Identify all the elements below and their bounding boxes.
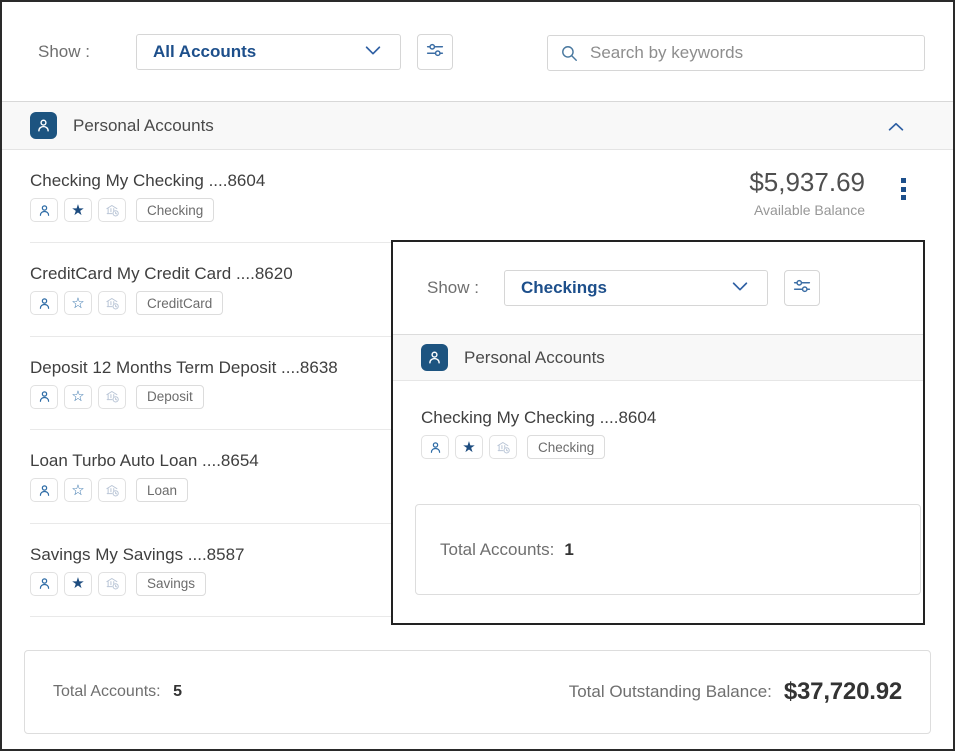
outstanding-balance-value: $37,720.92 — [784, 678, 902, 706]
sliders-icon — [791, 275, 813, 302]
chevron-down-icon — [729, 275, 751, 302]
popup-account-row-checking[interactable]: Checking My Checking ....8604 ★ Checking — [393, 381, 923, 459]
account-type-tag: Savings — [136, 572, 206, 596]
popup-account-filter-dropdown[interactable]: Checkings — [504, 270, 768, 306]
bank-icon[interactable] — [98, 291, 126, 315]
bank-icon[interactable] — [489, 435, 517, 459]
total-accounts-label: Total Accounts: — [53, 683, 161, 700]
account-filter-value: All Accounts — [153, 42, 256, 62]
person-icon[interactable] — [30, 198, 58, 222]
popup-show-label: Show : — [427, 278, 479, 298]
person-icon[interactable] — [30, 478, 58, 502]
bank-icon[interactable] — [98, 478, 126, 502]
total-accounts-value: 5 — [173, 683, 182, 700]
bank-icon[interactable] — [98, 385, 126, 409]
account-row-checking[interactable]: Checking My Checking ....8604 ★ Checking… — [2, 150, 953, 243]
star-filled-icon[interactable]: ★ — [64, 572, 92, 596]
collapse-chevron-up-icon[interactable] — [883, 116, 909, 143]
star-outline-icon[interactable]: ☆ — [64, 478, 92, 502]
accounts-screen: Show : All Accounts Per — [0, 0, 955, 751]
account-type-tag: CreditCard — [136, 291, 223, 315]
account-type-tag: Loan — [136, 478, 188, 502]
kebab-menu-icon[interactable] — [899, 176, 908, 202]
popup-group-title: Personal Accounts — [464, 348, 605, 368]
person-icon[interactable] — [30, 385, 58, 409]
account-filter-dropdown[interactable]: All Accounts — [136, 34, 401, 70]
person-badge-icon — [421, 344, 448, 371]
outstanding-balance-label: Total Outstanding Balance: — [569, 682, 772, 702]
search-input[interactable] — [547, 35, 925, 71]
sliders-icon — [424, 39, 446, 66]
personal-accounts-header[interactable]: Personal Accounts — [2, 102, 953, 150]
star-filled-icon[interactable]: ★ — [455, 435, 483, 459]
total-accounts-group: Total Accounts: 5 — [53, 683, 182, 701]
top-toolbar: Show : All Accounts — [2, 2, 953, 102]
popup-total-accounts-label: Total Accounts: — [440, 540, 554, 560]
show-label: Show : — [38, 42, 90, 62]
balance-label: Available Balance — [749, 202, 865, 218]
search-field-wrap — [547, 35, 925, 71]
filter-settings-button[interactable] — [417, 34, 453, 70]
outstanding-balance-group: Total Outstanding Balance: $37,720.92 — [569, 678, 902, 706]
account-type-tag: Deposit — [136, 385, 204, 409]
bank-icon[interactable] — [98, 572, 126, 596]
account-chips: ★ Checking — [421, 435, 923, 459]
popup-summary-box: Total Accounts: 1 — [415, 504, 921, 595]
popup-toolbar: Show : Checkings — [393, 242, 923, 334]
balance-block: $5,937.69 Available Balance — [749, 167, 865, 218]
person-icon[interactable] — [421, 435, 449, 459]
summary-footer: Total Accounts: 5 Total Outstanding Bala… — [24, 650, 931, 734]
account-title: Checking My Checking ....8604 — [421, 408, 923, 428]
person-icon[interactable] — [30, 291, 58, 315]
star-outline-icon[interactable]: ☆ — [64, 291, 92, 315]
group-title: Personal Accounts — [73, 116, 214, 136]
person-badge-icon — [30, 112, 57, 139]
star-outline-icon[interactable]: ☆ — [64, 385, 92, 409]
bank-icon[interactable] — [98, 198, 126, 222]
account-type-tag: Checking — [527, 435, 605, 459]
popup-account-filter-value: Checkings — [521, 278, 607, 298]
popup-personal-accounts-header: Personal Accounts — [393, 335, 923, 381]
chevron-down-icon — [362, 39, 384, 66]
star-filled-icon[interactable]: ★ — [64, 198, 92, 222]
balance-amount: $5,937.69 — [749, 167, 865, 198]
popup-total-accounts-value: 1 — [564, 540, 573, 560]
account-type-tag: Checking — [136, 198, 214, 222]
person-icon[interactable] — [30, 572, 58, 596]
filtered-accounts-popup: Show : Checkings Persona — [391, 240, 925, 625]
popup-filter-settings-button[interactable] — [784, 270, 820, 306]
